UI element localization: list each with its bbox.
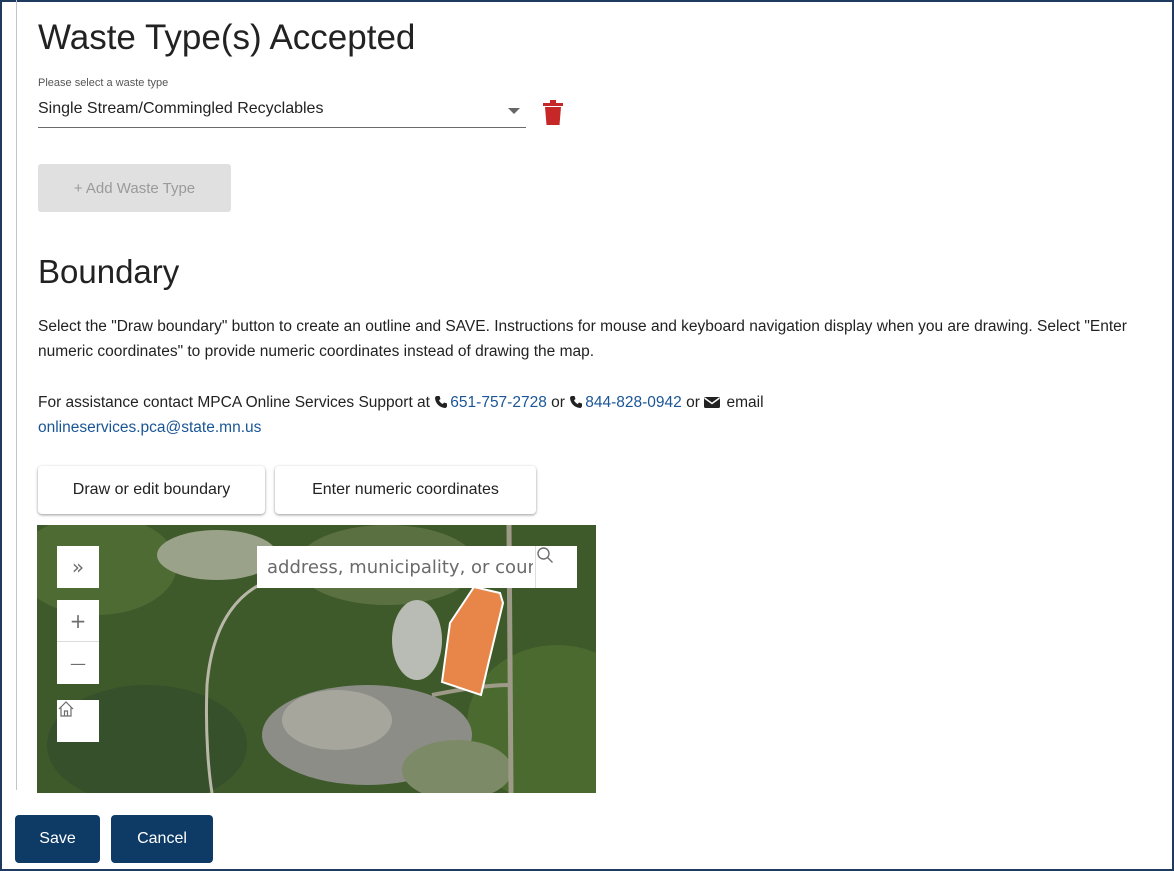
map-search-button[interactable] (535, 546, 577, 588)
draw-boundary-button[interactable]: Draw or edit boundary (38, 466, 265, 514)
map-search-input[interactable] (257, 546, 535, 588)
enter-coordinates-button[interactable]: Enter numeric coordinates (275, 466, 536, 514)
zoom-out-button[interactable]: — (57, 642, 99, 684)
home-icon (58, 701, 74, 717)
boundary-instructions: Select the "Draw boundary" button to cre… (38, 318, 1127, 360)
support-phone-link-2[interactable]: 844-828-0942 (585, 394, 682, 411)
expand-panel-button[interactable]: » (57, 546, 99, 588)
save-button[interactable]: Save (15, 815, 100, 863)
waste-type-select[interactable]: Single Stream/Commingled Recyclables (38, 94, 526, 128)
trash-icon[interactable] (542, 100, 564, 126)
content-divider (16, 0, 17, 790)
phone-icon (570, 396, 583, 408)
zoom-in-button[interactable]: + (57, 600, 99, 642)
add-waste-type-button[interactable]: + Add Waste Type (38, 164, 231, 212)
email-word: email (722, 394, 764, 411)
envelope-icon (704, 397, 721, 408)
support-email-link[interactable]: onlineservices.pca@state.mn.us (38, 419, 261, 436)
search-icon (537, 547, 553, 563)
support-phone-link-1[interactable]: 651-757-2728 (450, 394, 547, 411)
boundary-heading: Boundary (38, 253, 180, 290)
cancel-button[interactable]: Cancel (111, 815, 213, 863)
boundary-map[interactable]: » + — (37, 525, 596, 793)
waste-types-heading: Waste Type(s) Accepted (38, 18, 416, 57)
phone-icon (435, 396, 448, 408)
home-button[interactable] (57, 700, 99, 742)
waste-type-selected-value: Single Stream/Commingled Recyclables (38, 100, 324, 117)
or-text: or (681, 394, 705, 411)
assistance-prefix: For assistance contact MPCA Online Servi… (38, 394, 435, 411)
chevron-down-icon (508, 108, 520, 114)
waste-type-select-label: Please select a waste type (38, 77, 169, 89)
or-text: or (546, 394, 570, 411)
assistance-text: For assistance contact MPCA Online Servi… (38, 390, 1158, 440)
